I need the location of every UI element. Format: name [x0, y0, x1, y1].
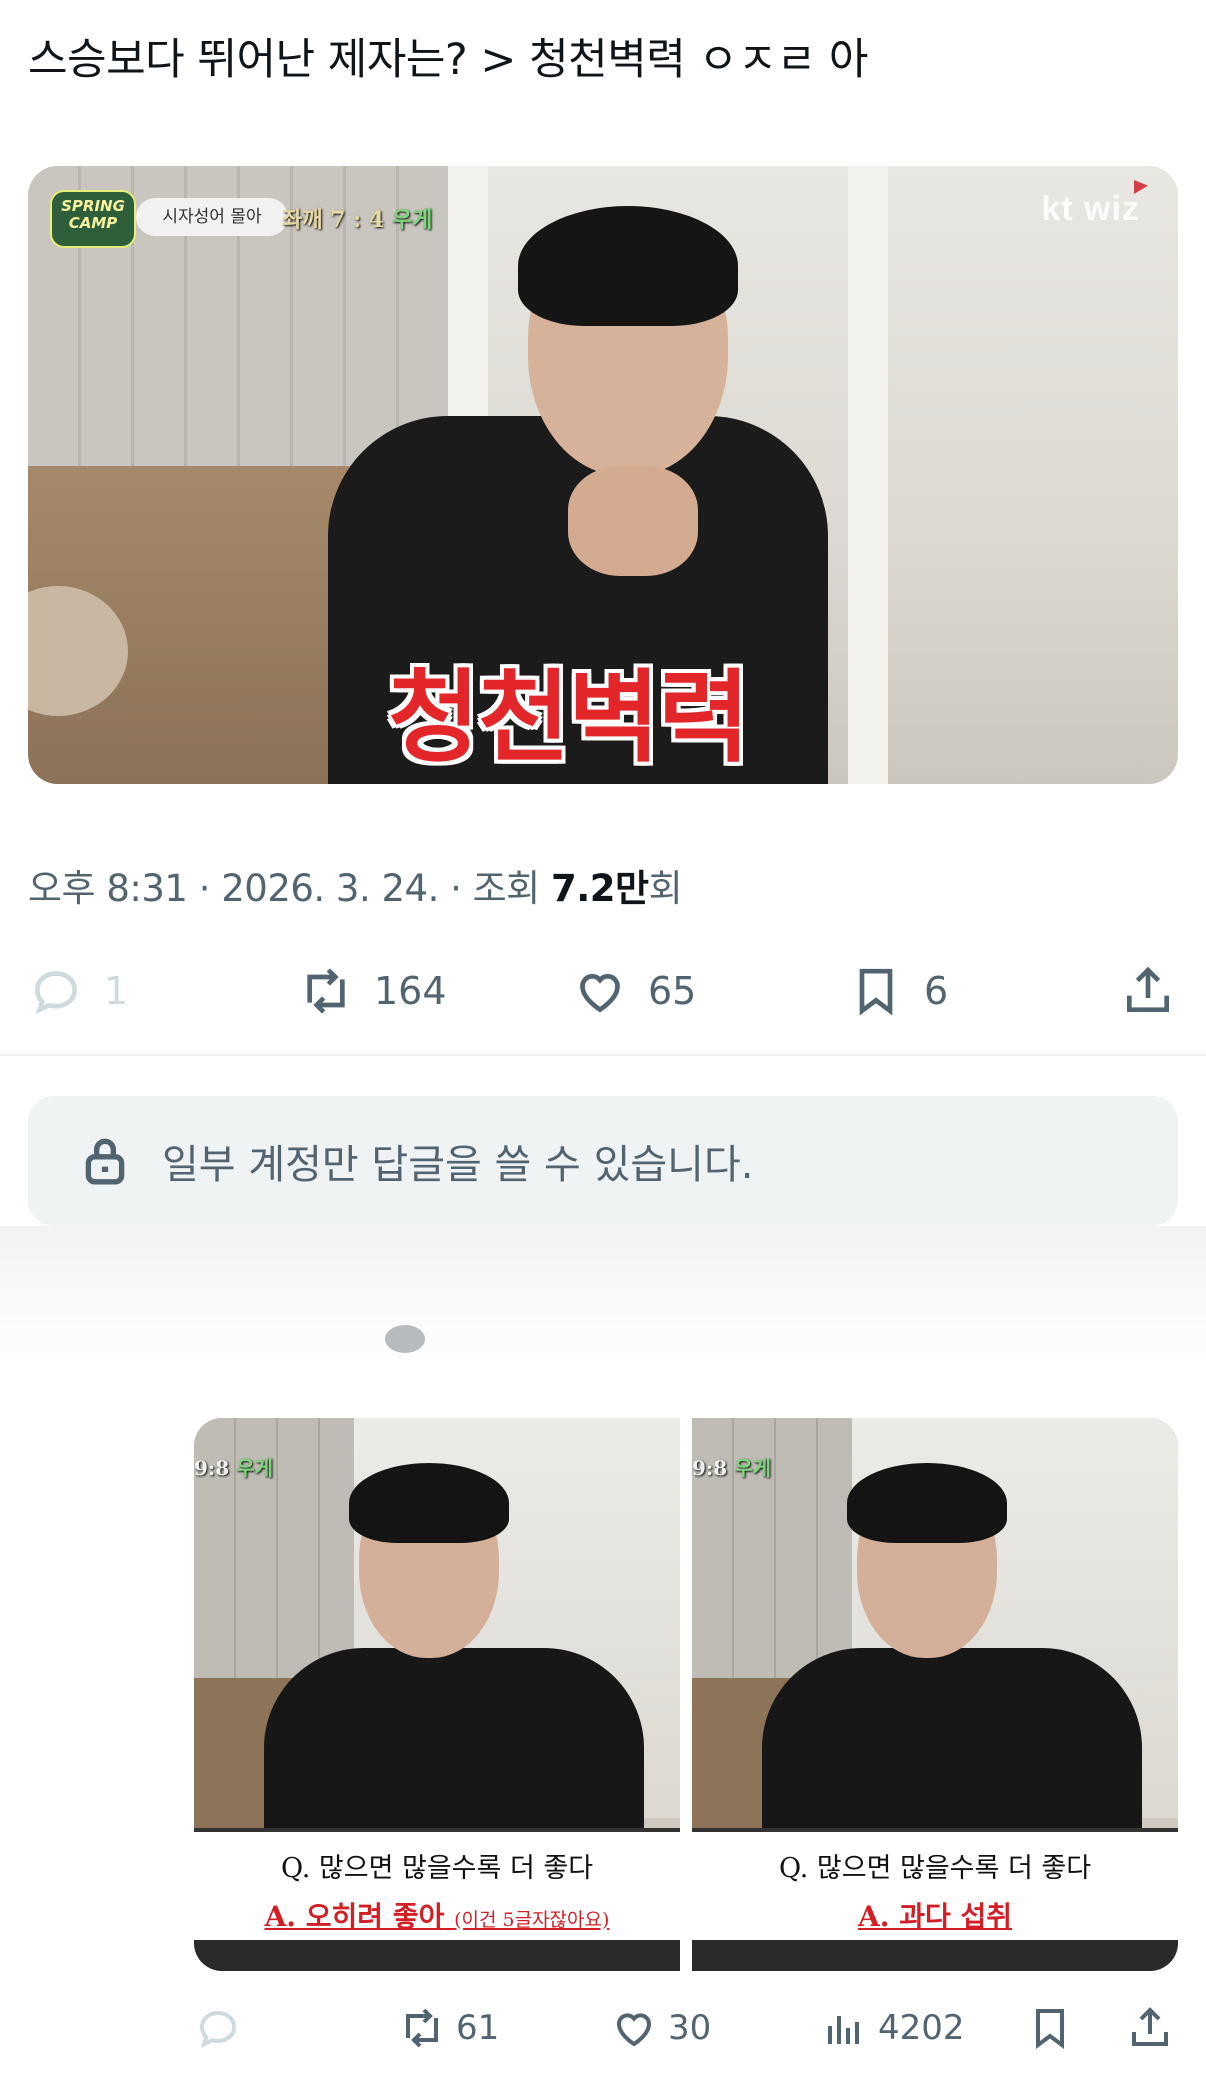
tweet-meta: 오후 8:31 · 2026. 3. 24. · 조회 7.2만회	[28, 858, 683, 912]
quiz-answer-note: (이건 5글자잖아요)	[454, 1909, 610, 1931]
score-text: 9:8	[692, 1456, 728, 1480]
like-count: 30	[668, 2008, 712, 2048]
reply-media-right[interactable]: 9:8 우게 Q. 많으면 많을수록 더 좋다 A. 과다 섭취	[692, 1418, 1178, 1971]
view-count: 4202	[878, 2008, 965, 2048]
media-bottom-strip	[692, 1940, 1178, 1971]
quiz-question: Q. 많으면 많을수록 더 좋다	[280, 1853, 594, 1884]
views-count: 7.2만	[550, 867, 649, 910]
views-suffix: 회	[648, 867, 683, 910]
lock-icon	[85, 1138, 125, 1185]
spring-camp-badge: SPRING CAMP	[50, 190, 136, 248]
bookmark-count: 6	[924, 969, 949, 1013]
reply-button[interactable]	[194, 2000, 242, 2056]
retweet-icon	[307, 968, 345, 1014]
blurred-background	[0, 1226, 1206, 1366]
retweet-count: 61	[456, 2008, 500, 2048]
bookmark-icon	[859, 968, 893, 1016]
quiz-question: Q. 많으면 많을수록 더 좋다	[778, 1853, 1092, 1884]
media-bottom-strip	[194, 1940, 680, 1971]
person-body	[264, 1648, 644, 1848]
quiz-answer: A. 오히려 좋아 (이건 5글자잖아요)	[194, 1895, 680, 1935]
score-overlay: 좌깨 7 : 4 우게	[282, 202, 432, 234]
tweet-media[interactable]: SPRING CAMP 시자성어 몰아 좌깨 7 : 4 우게 kt wiz 청…	[28, 166, 1178, 784]
score-suffix: 우게	[734, 1456, 771, 1480]
bookmark-icon	[1036, 2009, 1064, 2049]
program-badge: 시자성어 몰아	[136, 198, 288, 236]
retweet-count: 164	[374, 969, 447, 1013]
share-icon	[1127, 966, 1169, 1012]
tweet-date[interactable]: 2026. 3. 24.	[221, 867, 439, 910]
heart-icon	[580, 974, 620, 1013]
person-hair	[349, 1463, 509, 1543]
quiz-answer-text: A. 오히려 좋아	[264, 1900, 445, 1933]
video-caption: 청천벽력	[388, 659, 750, 776]
heart-icon	[617, 2013, 651, 2047]
tweet-action-bar: 1 164 65 6	[0, 960, 1206, 1022]
divider	[0, 1054, 1206, 1056]
like-button[interactable]: 30	[610, 2000, 711, 2056]
views-button[interactable]: 4202	[820, 2000, 965, 2056]
reply-restriction-text: 일부 계정만 답글을 쓸 수 있습니다.	[162, 1142, 754, 1188]
window-frame	[848, 166, 888, 784]
bookmark-button[interactable]: 6	[848, 960, 948, 1022]
meta-separator: ·	[198, 867, 222, 910]
reply-media-left[interactable]: 9:8 우게 Q. 많으면 많을수록 더 좋다 A. 오히려 좋아 (이건 5글…	[194, 1418, 680, 1971]
score-suffix: 우게	[236, 1456, 273, 1480]
share-icon	[1132, 2007, 1168, 2046]
like-button[interactable]: 65	[572, 960, 696, 1022]
reply-icon	[34, 971, 78, 1015]
views-label: 조회	[472, 867, 541, 910]
person-body	[762, 1648, 1142, 1848]
retweet-icon	[406, 2008, 438, 2048]
quiz-panel: Q. 많으면 많을수록 더 좋다 A. 과다 섭취	[692, 1828, 1178, 1940]
reply-count: 1	[104, 969, 129, 1013]
reply-icon	[199, 2010, 237, 2048]
person-hair	[847, 1463, 1007, 1543]
share-button[interactable]	[1120, 960, 1176, 1022]
person-hair	[518, 206, 738, 326]
reply-button[interactable]: 1	[28, 960, 128, 1022]
reply-action-bar: 61 30 4202	[0, 2000, 1206, 2056]
person-hand	[568, 466, 698, 576]
score-text: 좌깨 7 : 4	[282, 207, 385, 233]
tweet-time[interactable]: 오후 8:31	[28, 867, 188, 910]
quiz-answer: A. 과다 섭취	[692, 1895, 1178, 1935]
quiz-answer-text: A. 과다 섭취	[857, 1900, 1012, 1933]
logo-text: kt wiz	[1041, 190, 1140, 228]
blurred-object	[385, 1325, 425, 1353]
retweet-button[interactable]: 164	[298, 960, 447, 1022]
meta-separator: ·	[450, 867, 473, 910]
score-suffix: 우게	[391, 207, 433, 233]
retweet-button[interactable]: 61	[398, 2000, 499, 2056]
quiz-panel: Q. 많으면 많을수록 더 좋다 A. 오히려 좋아 (이건 5글자잖아요)	[194, 1828, 680, 1940]
tweet-text: 스승보다 뛰어난 제자는? > 청천벽력 ㅇㅈㄹ 아	[28, 35, 868, 85]
bookmark-button[interactable]	[1026, 2000, 1074, 2056]
reply-restriction-box: 일부 계정만 답글을 쓸 수 있습니다.	[28, 1096, 1178, 1226]
bar-chart-icon	[828, 2016, 859, 2044]
kt-wiz-logo: kt wiz	[1041, 180, 1148, 229]
score-overlay: 9:8 우게	[194, 1452, 273, 1481]
share-button[interactable]	[1126, 2000, 1174, 2056]
like-count: 65	[648, 969, 697, 1013]
score-text: 9:8	[194, 1456, 230, 1480]
score-overlay: 9:8 우게	[692, 1452, 771, 1481]
